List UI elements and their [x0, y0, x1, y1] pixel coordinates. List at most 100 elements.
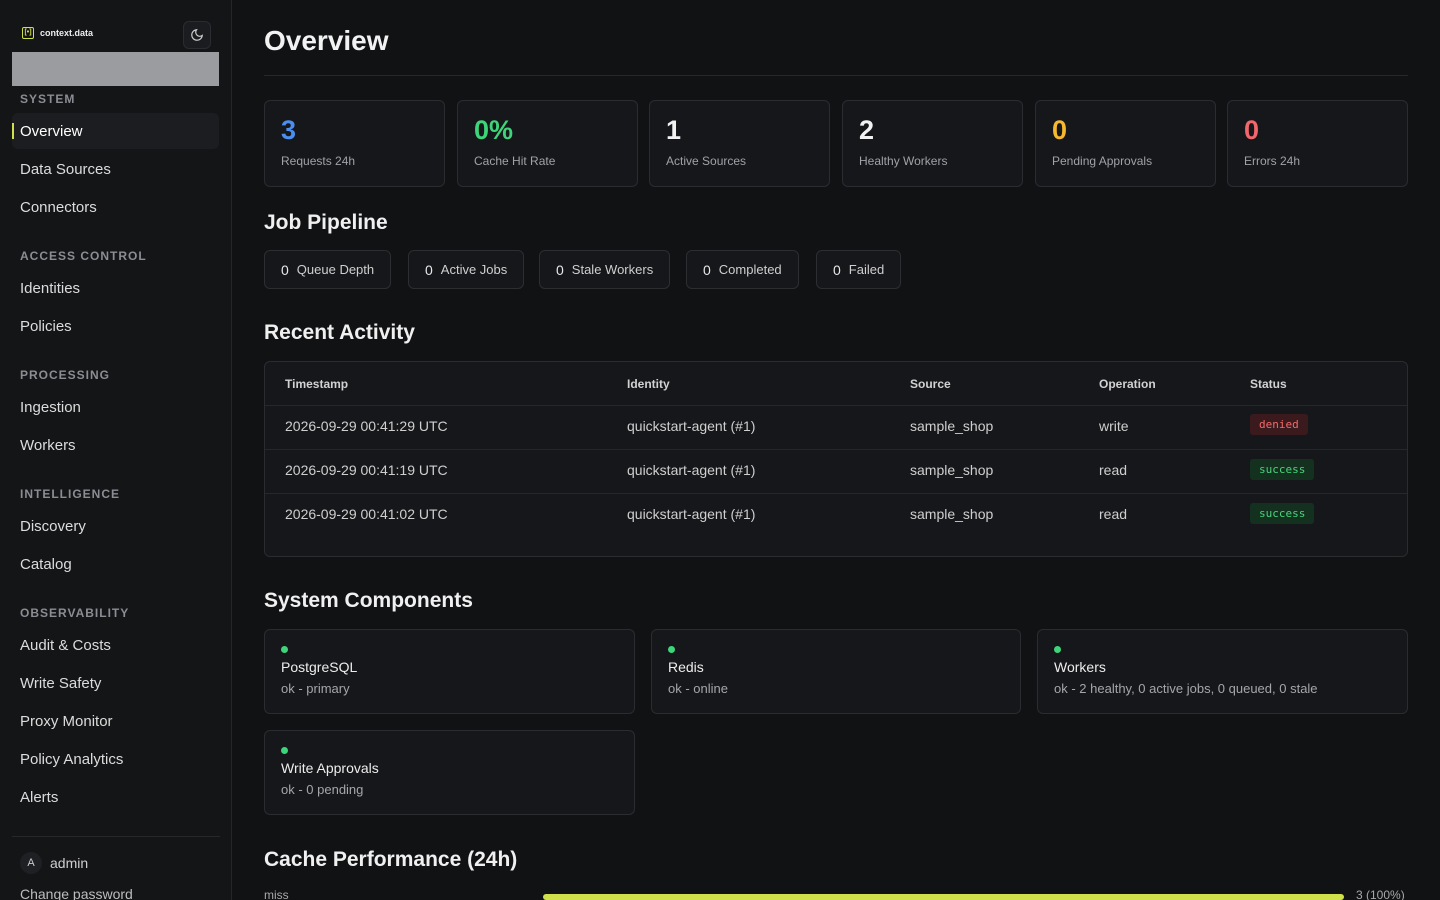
status-badge: success [1250, 459, 1315, 480]
cell-source: sample_shop [910, 506, 994, 522]
theme-toggle-button[interactable] [183, 21, 211, 49]
pipeline-label: Completed [718, 262, 782, 277]
stat-value: 0 [1052, 115, 1068, 145]
sidebar-item-workers[interactable]: Workers [12, 427, 219, 463]
change-password-link[interactable]: Change password [20, 886, 133, 900]
column-header-timestamp[interactable]: Timestamp [285, 377, 348, 391]
system-components-heading: System Components [264, 589, 473, 612]
sidebar-item-audit-costs[interactable]: Audit & Costs [12, 627, 219, 663]
component-card-redis: Redis ok - online [651, 629, 1021, 714]
sidebar-item-catalog[interactable]: Catalog [12, 546, 219, 582]
cell-identity: quickstart-agent (#1) [627, 418, 756, 434]
column-header-source[interactable]: Source [910, 377, 951, 391]
redacted-banner [12, 52, 219, 86]
moon-icon [191, 29, 203, 41]
cell-source: sample_shop [910, 462, 994, 478]
cell-identity: quickstart-agent (#1) [627, 506, 756, 522]
pipeline-completed: 0 Completed [686, 250, 799, 289]
stat-card-cache-hit-rate: 0% Cache Hit Rate [457, 100, 638, 187]
sidebar-item-policies[interactable]: Policies [12, 308, 219, 344]
component-status: ok - online [668, 681, 728, 696]
component-card-postgresql: PostgreSQL ok - primary [264, 629, 635, 714]
pipeline-failed: 0 Failed [816, 250, 902, 289]
component-name: Write Approvals [281, 760, 379, 776]
stat-value: 0% [474, 115, 514, 145]
avatar[interactable]: A [20, 852, 42, 874]
pipeline-label: Active Jobs [440, 262, 508, 277]
status-dot-icon [1054, 646, 1061, 653]
pipeline-value: 0 [556, 261, 564, 278]
cell-identity: quickstart-agent (#1) [627, 462, 756, 478]
cell-timestamp: 2026-09-29 00:41:19 UTC [285, 462, 448, 478]
stat-label: Errors 24h [1244, 154, 1301, 168]
component-name: Redis [668, 659, 704, 675]
component-card-write-approvals: Write Approvals ok - 0 pending [264, 730, 635, 815]
pipeline-value: 0 [281, 261, 289, 278]
column-header-operation[interactable]: Operation [1099, 377, 1156, 391]
sidebar-item-discovery[interactable]: Discovery [12, 508, 219, 544]
stat-value: 1 [666, 115, 682, 145]
cell-operation: read [1099, 462, 1128, 478]
pipeline-active-jobs: 0 Active Jobs [408, 250, 525, 289]
sidebar-item-data-sources[interactable]: Data Sources [12, 151, 219, 187]
sidebar-divider [12, 836, 220, 837]
user-name[interactable]: admin [50, 855, 88, 871]
sidebar-item-alerts[interactable]: Alerts [12, 779, 219, 815]
pipeline-label: Failed [848, 262, 885, 277]
nav-section-processing: PROCESSING [20, 368, 111, 382]
row-divider [265, 493, 1407, 494]
brand-mark-icon: [•] [22, 27, 34, 39]
status-badge: denied [1250, 414, 1308, 435]
pipeline-label: Stale Workers [571, 262, 654, 277]
row-divider [265, 449, 1407, 450]
nav-section-observability: OBSERVABILITY [20, 606, 130, 620]
stat-label: Requests 24h [281, 154, 356, 168]
component-status: ok - 2 healthy, 0 active jobs, 0 queued,… [1054, 681, 1318, 696]
stat-value: 2 [859, 115, 875, 145]
cache-performance-heading: Cache Performance (24h) [264, 848, 518, 871]
pipeline-stale-workers: 0 Stale Workers [539, 250, 671, 289]
cell-timestamp: 2026-09-29 00:41:29 UTC [285, 418, 448, 434]
component-status: ok - primary [281, 681, 350, 696]
stat-label: Active Sources [666, 154, 747, 168]
cell-source: sample_shop [910, 418, 994, 434]
sidebar-item-overview[interactable]: Overview [12, 113, 219, 149]
cache-row-label: miss [264, 888, 289, 900]
sidebar-item-identities[interactable]: Identities [12, 270, 219, 306]
brand-logo[interactable]: [•] context.data [22, 27, 93, 39]
sidebar-item-connectors[interactable]: Connectors [12, 189, 219, 225]
pipeline-queue-depth: 0 Queue Depth [264, 250, 392, 289]
activity-table: Timestamp Identity Source Operation Stat… [264, 361, 1408, 557]
nav-section-system: SYSTEM [20, 92, 76, 106]
stat-value: 3 [281, 115, 297, 145]
cell-operation: write [1099, 418, 1129, 434]
sidebar-item-ingestion[interactable]: Ingestion [12, 389, 219, 425]
column-header-identity[interactable]: Identity [627, 377, 670, 391]
status-dot-icon [668, 646, 675, 653]
pipeline-value: 0 [703, 261, 711, 278]
stat-card-healthy-workers: 2 Healthy Workers [842, 100, 1023, 187]
nav-section-access-control: ACCESS CONTROL [20, 249, 147, 263]
status-dot-icon [281, 747, 288, 754]
table-header-divider [265, 405, 1407, 406]
cell-operation: read [1099, 506, 1128, 522]
title-divider [264, 75, 1408, 76]
job-pipeline-heading: Job Pipeline [264, 211, 388, 234]
sidebar-item-policy-analytics[interactable]: Policy Analytics [12, 741, 219, 777]
cache-row-value: 3 (100%) [1356, 888, 1405, 900]
status-badge: success [1250, 503, 1315, 524]
sidebar: [•] context.data SYSTEM Overview Data So… [0, 0, 232, 900]
pipeline-label: Queue Depth [296, 262, 375, 277]
component-name: PostgreSQL [281, 659, 358, 675]
stat-label: Cache Hit Rate [474, 154, 556, 168]
cache-progress-bar [543, 894, 1344, 900]
status-dot-icon [281, 646, 288, 653]
recent-activity-heading: Recent Activity [264, 321, 415, 344]
cell-timestamp: 2026-09-29 00:41:02 UTC [285, 506, 448, 522]
pipeline-value: 0 [833, 261, 841, 278]
nav-section-intelligence: INTELLIGENCE [20, 487, 121, 501]
sidebar-item-proxy-monitor[interactable]: Proxy Monitor [12, 703, 219, 739]
brand-name: context.data [40, 28, 94, 38]
column-header-status[interactable]: Status [1250, 377, 1287, 391]
sidebar-item-write-safety[interactable]: Write Safety [12, 665, 219, 701]
